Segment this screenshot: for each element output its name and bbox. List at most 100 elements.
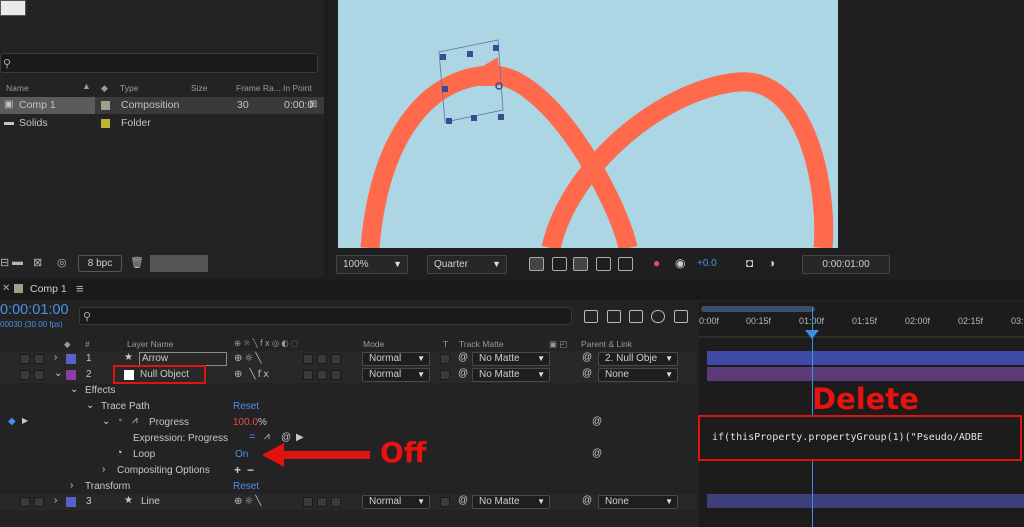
track-matte-dropdown[interactable]: No Matte ▼	[472, 352, 550, 366]
time-ruler[interactable]: 0:00f 00:15f 01:00f 01:15f 02:00f 02:15f…	[699, 316, 1024, 336]
layer-name[interactable]: Arrow	[139, 352, 227, 366]
current-timecode[interactable]: 0:00:01:00	[0, 302, 69, 318]
zoom-dropdown[interactable]: 100% ▼	[336, 255, 408, 274]
bit-depth-button[interactable]: 8 bpc	[78, 255, 122, 272]
layer-row-null-object[interactable]: ⌄ 2 Null Object ⊕ ╲fx Normal ▼ @ No Matte…	[0, 365, 697, 384]
trace-path-row[interactable]: ⌄ Trace Path Reset	[0, 399, 697, 415]
expand-chevron-icon[interactable]: ›	[54, 352, 57, 363]
expression-code-field[interactable]: if(thisProperty.propertyGroup(1)("Pseudo…	[712, 432, 983, 443]
fast-previews-icon[interactable]	[529, 257, 544, 271]
graph-editor-icon[interactable]	[674, 310, 688, 323]
expression-graph-icon[interactable]: ⩘	[264, 431, 270, 442]
stopwatch-icon[interactable]: ◔	[116, 415, 123, 427]
motion-blur-switch[interactable]	[303, 354, 313, 364]
composition-canvas[interactable]	[338, 0, 838, 248]
3d-switch[interactable]	[331, 370, 341, 380]
loop-value[interactable]: On	[235, 449, 248, 460]
mask-visibility-icon[interactable]	[573, 257, 588, 271]
close-icon[interactable]: ✕	[2, 283, 10, 294]
keyframe-navigator-icon[interactable]: ◆	[8, 416, 16, 427]
motion-blur-switch[interactable]	[303, 370, 313, 380]
blend-mode-dropdown[interactable]: Normal ▼	[362, 495, 430, 509]
composition-mini-flowchart-icon[interactable]	[584, 310, 598, 323]
draft-3d-icon[interactable]	[607, 310, 621, 323]
flowchart-toggle-icon[interactable]: ◎	[57, 256, 67, 269]
label-swatch[interactable]	[101, 119, 110, 128]
adjustment-switch[interactable]	[317, 497, 327, 507]
transform-row[interactable]: › Transform Reset	[0, 479, 697, 495]
remove-mask-icon[interactable]: −	[247, 463, 254, 477]
sort-arrow-icon[interactable]: ▲	[82, 81, 91, 91]
work-area-bar[interactable]	[701, 306, 815, 312]
parent-dropdown[interactable]: None ▼	[598, 368, 678, 382]
channel-color-icon[interactable]: ●	[653, 256, 660, 270]
trace-path-reset-link[interactable]: Reset	[233, 401, 259, 412]
timeline-graph[interactable]: 0:00f 00:15f 01:00f 01:15f 02:00f 02:15f…	[698, 302, 1024, 527]
pickwhip-icon[interactable]: @	[592, 416, 602, 427]
parent-pickwhip-icon[interactable]: @	[582, 368, 592, 379]
viewer-current-time[interactable]: 0:00:01:00	[802, 255, 890, 274]
preserve-transparency-switch[interactable]	[440, 354, 450, 364]
progress-property-row[interactable]: ◆ ▶ ⌄ ◔ ⩘ Progress 100.0 % @	[0, 415, 697, 431]
layer-switches[interactable]: ⊕ ╲fx	[234, 369, 271, 380]
layer-switches[interactable]: ⊕☼╲	[234, 496, 263, 507]
interpret-footage-icon[interactable]: ⊟	[0, 256, 9, 269]
add-mask-icon[interactable]: +	[234, 463, 241, 477]
playhead-handle[interactable]	[805, 330, 819, 339]
layer-label-color[interactable]	[66, 497, 76, 507]
blend-mode-dropdown[interactable]: Normal ▼	[362, 368, 430, 382]
label-swatch[interactable]	[101, 101, 110, 110]
matte-pickwhip-icon[interactable]: @	[458, 352, 468, 363]
solo-switch[interactable]	[34, 497, 44, 507]
parent-pickwhip-icon[interactable]: @	[582, 495, 592, 506]
layer-bar-arrow[interactable]	[707, 351, 1024, 365]
motion-blur-icon[interactable]	[651, 310, 665, 323]
layer-name[interactable]: Null Object	[140, 369, 189, 380]
snapshot-camera-icon[interactable]: ◘	[746, 256, 753, 270]
solo-switch[interactable]	[34, 370, 44, 380]
audio-switch[interactable]	[20, 354, 30, 364]
show-snapshot-icon[interactable]: ◑	[768, 256, 775, 270]
preserve-transparency-switch[interactable]	[440, 370, 450, 380]
trash-icon[interactable]: 🗑	[130, 256, 144, 269]
parent-dropdown[interactable]: 2. Null Obje ▼	[598, 352, 678, 366]
expand-chevron-icon[interactable]: ›	[70, 480, 73, 491]
collapse-chevron-icon[interactable]: ⌄	[54, 368, 62, 379]
transparency-grid-icon[interactable]	[552, 257, 567, 271]
project-item-comp1[interactable]: ▣ Comp 1 Composition 30 0:00:0 ⊞	[0, 97, 324, 114]
effects-group-row[interactable]: ⌄ Effects	[0, 383, 697, 399]
grid-guides-icon[interactable]	[618, 257, 633, 271]
region-of-interest-icon[interactable]	[596, 257, 611, 271]
pickwhip-icon[interactable]: @	[592, 448, 602, 459]
parent-dropdown[interactable]: None ▼	[598, 495, 678, 509]
audio-switch[interactable]	[20, 370, 30, 380]
layer-row-arrow[interactable]: › 1 ★ Arrow ⊕☼╲ Normal ▼ @ No Matte ▼ @ 2.…	[0, 351, 697, 367]
matte-pickwhip-icon[interactable]: @	[458, 368, 468, 379]
col-in-point[interactable]: In Point	[283, 83, 312, 93]
resolution-dropdown[interactable]: Quarter ▼	[427, 255, 507, 274]
matte-pickwhip-icon[interactable]: @	[458, 495, 468, 506]
motion-blur-switch[interactable]	[303, 497, 313, 507]
preserve-transparency-switch[interactable]	[440, 497, 450, 507]
next-keyframe-icon[interactable]: ▶	[22, 416, 28, 425]
col-name[interactable]: Name	[6, 83, 29, 93]
project-item-solids[interactable]: ▬ Solids Folder	[0, 115, 324, 132]
collapse-chevron-icon[interactable]: ⌄	[102, 416, 110, 427]
layer-bar-line[interactable]	[707, 494, 1024, 508]
arrow-shape[interactable]	[450, 57, 500, 86]
parent-pickwhip-icon[interactable]: @	[582, 352, 592, 363]
collapse-chevron-icon[interactable]: ⌄	[70, 384, 78, 395]
expression-enable-icon[interactable]: =	[249, 431, 255, 443]
panel-menu-icon[interactable]: ≡	[76, 281, 84, 296]
layer-bar-null-object[interactable]	[707, 367, 1024, 381]
layer-row-line[interactable]: › 3 ★ Line ⊕☼╲ Normal ▼ @ No Matte ▼ @ Non…	[0, 494, 697, 510]
transform-reset-link[interactable]: Reset	[233, 481, 259, 492]
flowchart-icon[interactable]: ⊞	[309, 99, 317, 110]
layer-name[interactable]: Line	[141, 496, 160, 507]
3d-switch[interactable]	[331, 354, 341, 364]
solo-switch[interactable]	[34, 354, 44, 364]
project-search-input[interactable]: ⚲	[0, 53, 318, 73]
progress-value[interactable]: 100.0	[233, 417, 258, 428]
col-type[interactable]: Type	[120, 83, 138, 93]
layer-label-color[interactable]	[66, 370, 76, 380]
